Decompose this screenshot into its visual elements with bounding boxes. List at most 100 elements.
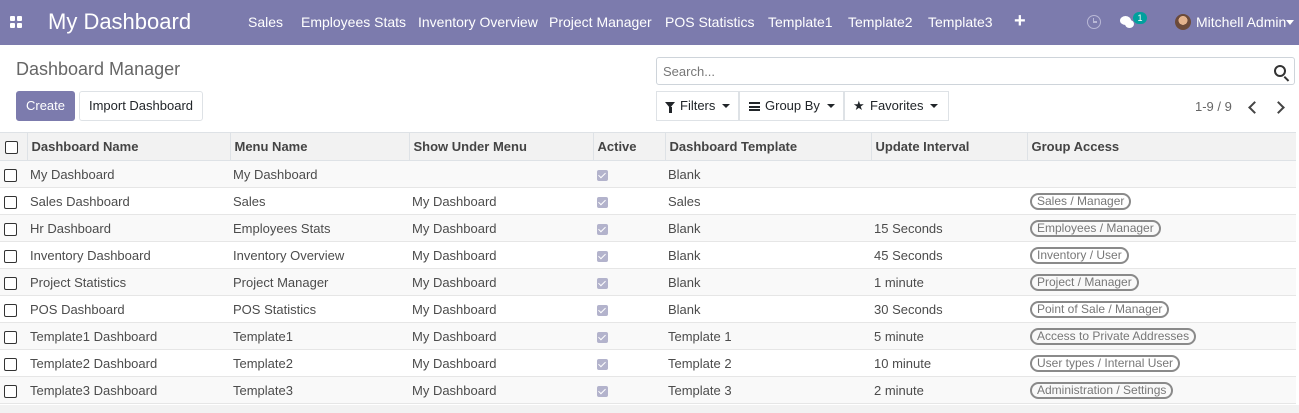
cell-group-access[interactable]: Sales / Manager xyxy=(1027,187,1296,215)
select-all-checkbox[interactable] xyxy=(5,141,18,155)
table-row[interactable]: Template1 Dashboard Template1 My Dashboard… xyxy=(0,322,1296,350)
cell-dashboard-template[interactable]: Blank xyxy=(665,295,871,323)
column-header-show-under-menu[interactable]: Show Under Menu xyxy=(408,132,593,161)
user-menu[interactable]: Mitchell Admin xyxy=(1196,14,1286,31)
column-header-menu-name[interactable]: Menu Name xyxy=(229,132,409,161)
cell-dashboard-name[interactable]: Sales Dashboard xyxy=(27,187,230,215)
cell-group-access[interactable]: Point of Sale / Manager xyxy=(1027,295,1296,323)
cell-update-interval[interactable]: 45 Seconds xyxy=(871,241,1027,269)
pager-next-icon[interactable] xyxy=(1273,99,1287,115)
cell-group-access[interactable] xyxy=(1027,160,1296,188)
cell-update-interval[interactable]: 10 minute xyxy=(871,349,1027,377)
cell-update-interval[interactable] xyxy=(871,187,1027,215)
menu-item-sales[interactable]: Sales xyxy=(248,14,283,31)
clock-icon[interactable] xyxy=(1087,15,1101,29)
menu-item-template3[interactable]: Template3 xyxy=(928,14,993,31)
cell-dashboard-template[interactable]: Blank xyxy=(665,214,871,242)
cell-show-under-menu[interactable]: My Dashboard xyxy=(409,349,593,377)
cell-menu-name[interactable]: My Dashboard xyxy=(230,160,409,188)
filters-button[interactable]: Filters xyxy=(656,91,739,121)
row-checkbox[interactable] xyxy=(4,195,17,209)
cell-update-interval[interactable] xyxy=(871,160,1027,188)
column-header-group-access[interactable]: Group Access xyxy=(1026,132,1296,161)
cell-dashboard-name[interactable]: POS Dashboard xyxy=(27,295,230,323)
cell-dashboard-template[interactable]: Blank xyxy=(665,241,871,269)
cell-dashboard-template[interactable]: Template 2 xyxy=(665,349,871,377)
table-row[interactable]: Inventory Dashboard Inventory Overview My … xyxy=(0,241,1296,269)
menu-item-template2[interactable]: Template2 xyxy=(848,14,913,31)
cell-dashboard-template[interactable]: Blank xyxy=(665,160,871,188)
row-checkbox[interactable] xyxy=(4,222,17,236)
table-row[interactable]: Template2 Dashboard Template2 My Dashboard… xyxy=(0,349,1296,377)
cell-active[interactable] xyxy=(593,268,665,296)
row-checkbox[interactable] xyxy=(4,303,17,317)
cell-show-under-menu[interactable]: My Dashboard xyxy=(409,322,593,350)
cell-dashboard-name[interactable]: Inventory Dashboard xyxy=(27,241,230,269)
cell-show-under-menu[interactable]: My Dashboard xyxy=(409,268,593,296)
menu-item-employees-stats[interactable]: Employees Stats xyxy=(301,14,406,31)
chat-icon[interactable] xyxy=(1120,15,1134,29)
column-header-dashboard-template[interactable]: Dashboard Template xyxy=(664,132,871,161)
row-checkbox[interactable] xyxy=(4,249,17,263)
favorites-button[interactable]: ★ Favorites xyxy=(844,91,949,121)
table-row[interactable]: Sales Dashboard Sales My Dashboard Sales Sal… xyxy=(0,187,1296,215)
app-title[interactable]: My Dashboard xyxy=(48,9,191,35)
cell-active[interactable] xyxy=(593,376,665,404)
cell-update-interval[interactable]: 15 Seconds xyxy=(871,214,1027,242)
menu-item-inventory-overview[interactable]: Inventory Overview xyxy=(418,14,538,31)
menu-item-template1[interactable]: Template1 xyxy=(768,14,833,31)
pager-previous-icon[interactable] xyxy=(1245,99,1259,115)
search-input[interactable]: Search... xyxy=(663,64,715,80)
caret-down-icon[interactable] xyxy=(1286,20,1294,25)
table-row[interactable]: Hr Dashboard Employees Stats My Dashboard B… xyxy=(0,214,1296,242)
cell-active[interactable] xyxy=(593,349,665,377)
search-icon[interactable] xyxy=(1274,65,1286,77)
cell-update-interval[interactable]: 2 minute xyxy=(871,376,1027,404)
cell-menu-name[interactable]: Template1 xyxy=(230,322,409,350)
cell-show-under-menu[interactable]: My Dashboard xyxy=(409,214,593,242)
column-header-update-interval[interactable]: Update Interval xyxy=(870,132,1027,161)
cell-active[interactable] xyxy=(593,187,665,215)
cell-menu-name[interactable]: POS Statistics xyxy=(230,295,409,323)
cell-dashboard-name[interactable]: Hr Dashboard xyxy=(27,214,230,242)
cell-active[interactable] xyxy=(593,241,665,269)
cell-active[interactable] xyxy=(593,295,665,323)
cell-dashboard-name[interactable]: Template3 Dashboard xyxy=(27,376,230,404)
cell-dashboard-name[interactable]: My Dashboard xyxy=(27,160,230,188)
menu-item-project-manager[interactable]: Project Manager xyxy=(549,14,652,31)
cell-update-interval[interactable]: 1 minute xyxy=(871,268,1027,296)
column-header-active[interactable]: Active xyxy=(592,132,665,161)
cell-active[interactable] xyxy=(593,160,665,188)
cell-dashboard-name[interactable]: Project Statistics xyxy=(27,268,230,296)
cell-dashboard-template[interactable]: Blank xyxy=(665,268,871,296)
cell-group-access[interactable]: Access to Private Addresses xyxy=(1027,322,1296,350)
cell-group-access[interactable]: Administration / Settings xyxy=(1027,376,1296,404)
table-row[interactable]: POS Dashboard POS Statistics My Dashboard B… xyxy=(0,295,1296,323)
table-row[interactable]: My Dashboard My Dashboard Blank xyxy=(0,160,1296,188)
cell-group-access[interactable]: User types / Internal User xyxy=(1027,349,1296,377)
cell-group-access[interactable]: Inventory / User xyxy=(1027,241,1296,269)
apps-grid-icon[interactable] xyxy=(10,16,23,29)
cell-dashboard-template[interactable]: Template 1 xyxy=(665,322,871,350)
row-checkbox[interactable] xyxy=(4,357,17,371)
cell-active[interactable] xyxy=(593,214,665,242)
cell-menu-name[interactable]: Template3 xyxy=(230,376,409,404)
cell-update-interval[interactable]: 30 Seconds xyxy=(871,295,1027,323)
cell-menu-name[interactable]: Template2 xyxy=(230,349,409,377)
avatar[interactable] xyxy=(1175,14,1191,30)
row-checkbox[interactable] xyxy=(4,330,17,344)
cell-dashboard-template[interactable]: Template 3 xyxy=(665,376,871,404)
cell-dashboard-name[interactable]: Template2 Dashboard xyxy=(27,349,230,377)
group-by-button[interactable]: Group By xyxy=(739,91,844,121)
plus-icon[interactable]: + xyxy=(1014,9,1026,33)
cell-menu-name[interactable]: Employees Stats xyxy=(230,214,409,242)
import-dashboard-button[interactable]: Import Dashboard xyxy=(79,91,203,121)
cell-show-under-menu[interactable]: My Dashboard xyxy=(409,187,593,215)
cell-active[interactable] xyxy=(593,322,665,350)
table-row[interactable]: Template3 Dashboard Template3 My Dashboard… xyxy=(0,376,1296,404)
row-checkbox[interactable] xyxy=(4,384,17,398)
cell-dashboard-name[interactable]: Template1 Dashboard xyxy=(27,322,230,350)
cell-menu-name[interactable]: Project Manager xyxy=(230,268,409,296)
table-row[interactable]: Project Statistics Project Manager My Dash… xyxy=(0,268,1296,296)
cell-show-under-menu[interactable]: My Dashboard xyxy=(409,295,593,323)
